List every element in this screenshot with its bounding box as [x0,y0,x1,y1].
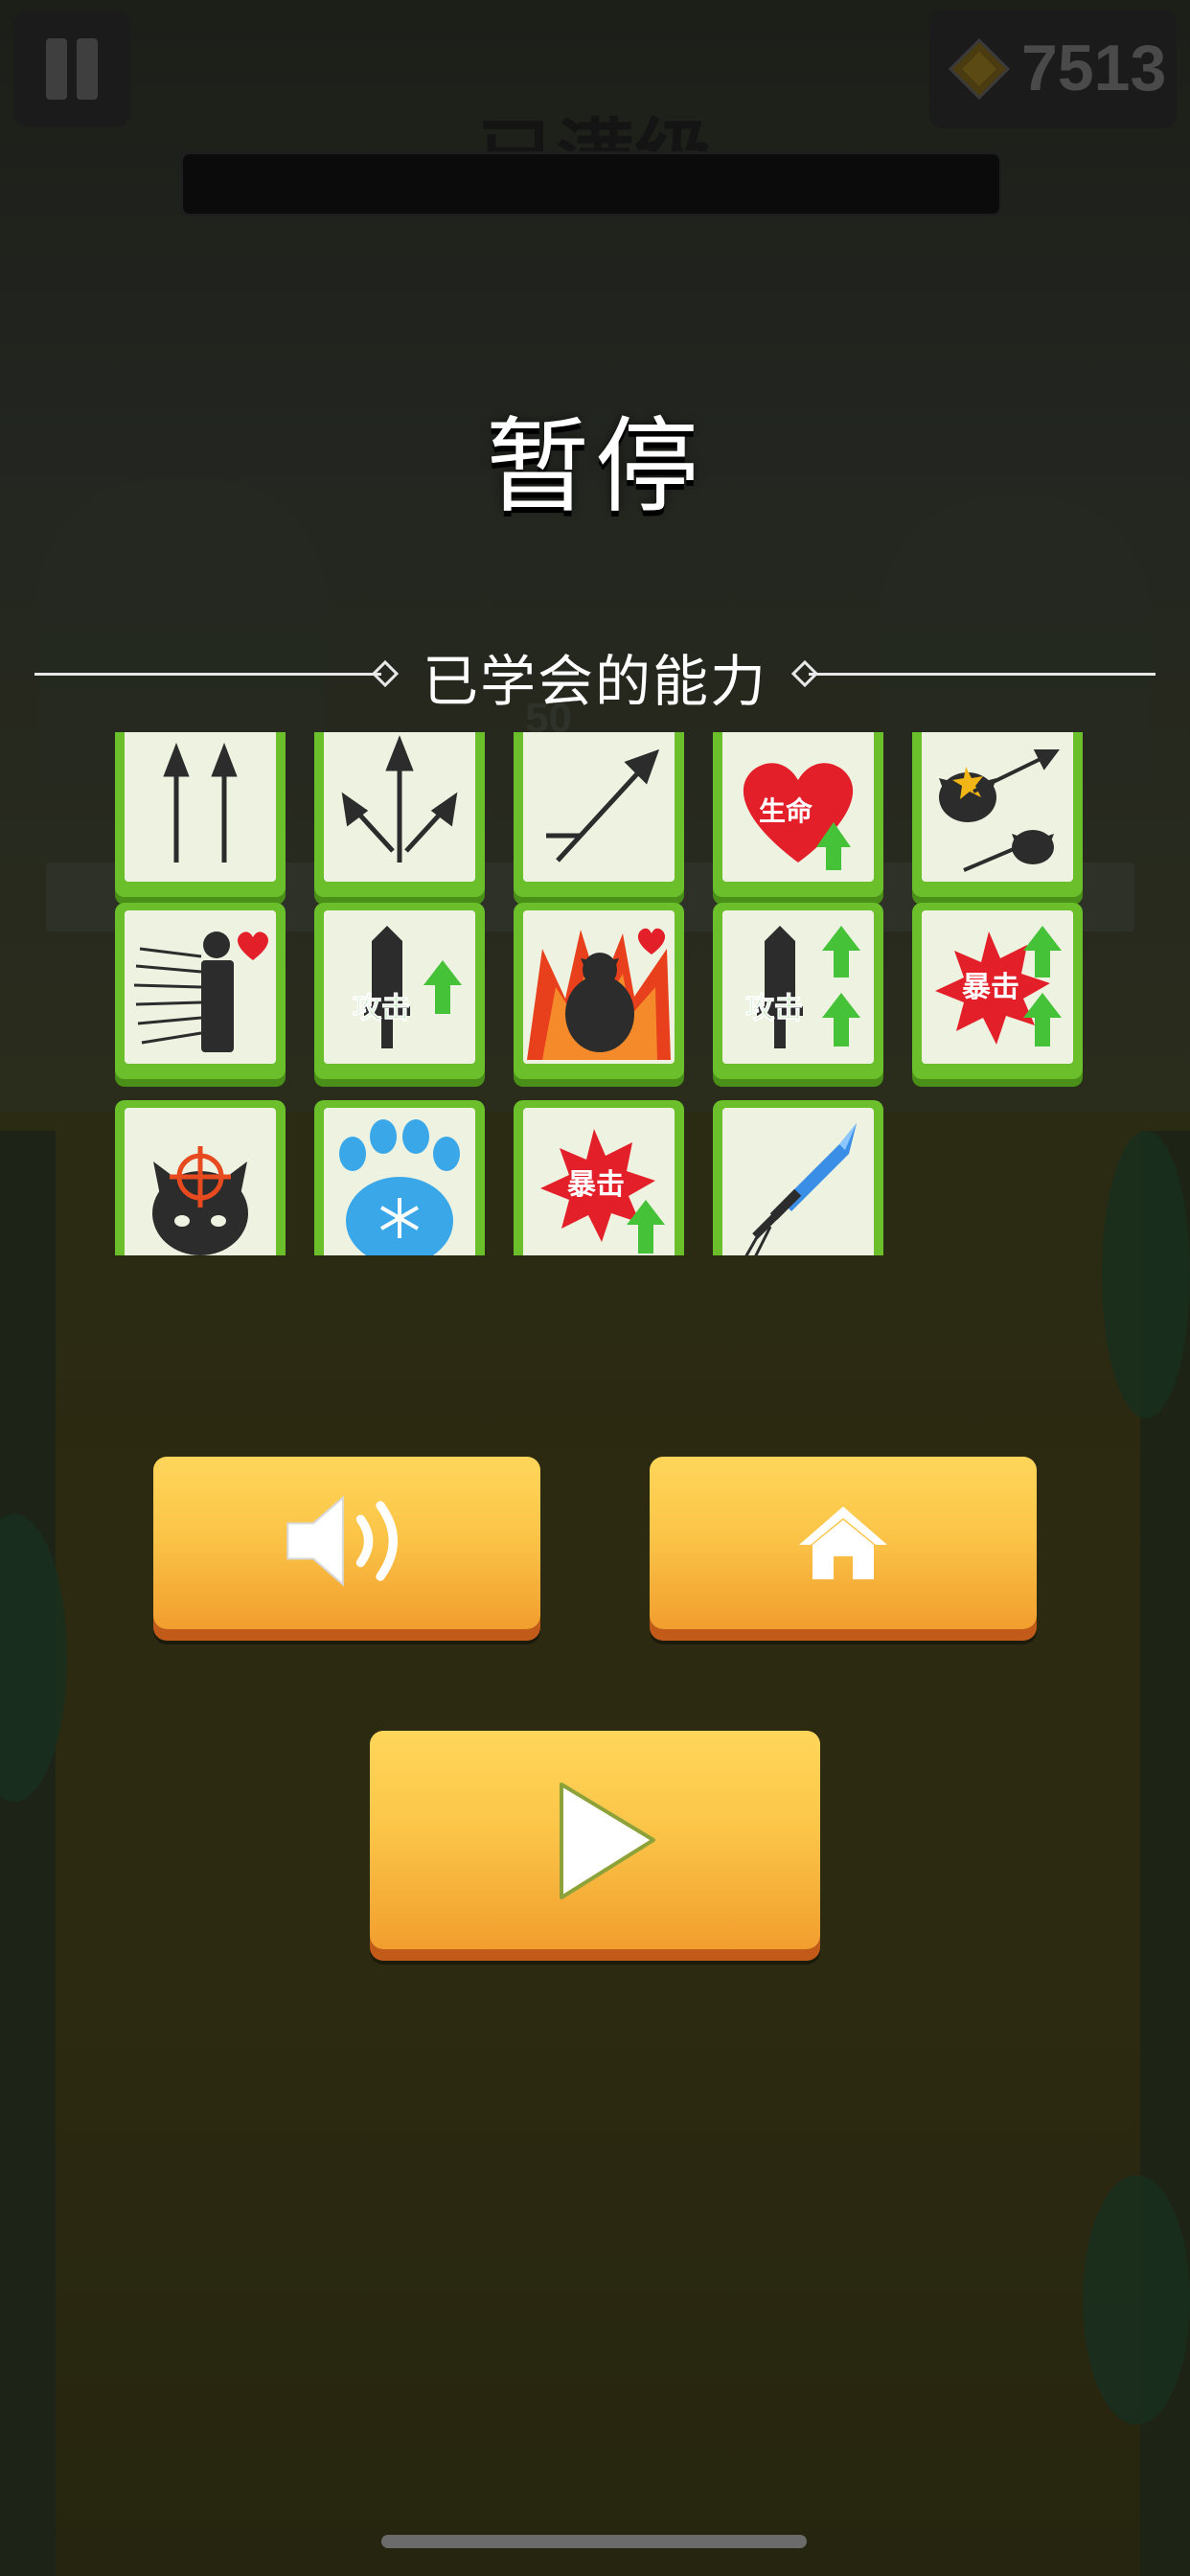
xp-progress-bar [180,151,1002,217]
svg-text:攻击: 攻击 [745,992,803,1025]
attack-up-icon: 攻击 [353,926,462,1048]
ability-grid: 生命 攻击 攻击 暴击 暴击 [105,732,1083,1255]
ability-tile: 暴击 [514,1100,684,1255]
svg-text:生命: 生命 [759,795,813,827]
ability-tile [314,1100,485,1255]
ability-tile [912,732,1083,897]
ability-tile [713,1100,883,1255]
attack-up-double-icon: 攻击 [745,926,860,1048]
divider-line [34,673,381,676]
learned-abilities-heading: 已学会的能力 [422,649,767,714]
frost-paw-icon [339,1119,460,1255]
home-indicator-bar[interactable] [381,2535,807,2548]
pause-title: 暂停 [485,407,704,527]
ability-tile [514,732,684,897]
ability-tile: 攻击 [314,903,485,1079]
ability-tile: 生命 [713,732,883,897]
gem-icon [949,38,1010,100]
ability-tile [115,1100,286,1255]
ability-tile [115,732,286,897]
crit-up-icon: 暴击 [540,1129,665,1254]
ricochet-arrow-icon [939,749,1060,872]
sound-toggle-button[interactable] [153,1457,540,1629]
ability-tile: 暴击 [912,903,1083,1079]
triple-spread-arrow-icon [341,735,458,862]
tree-icon [1083,2175,1190,2425]
ability-tile [115,903,286,1079]
svg-text:暴击: 暴击 [962,971,1019,1004]
ability-tile: 攻击 [713,903,883,1079]
pause-icon [77,38,98,100]
rage-heart-icon [527,928,671,1060]
speed-dash-heart-icon [133,932,268,1052]
svg-text:暴击: 暴击 [567,1168,625,1202]
arena-wall-left [0,1131,56,2576]
home-icon [799,1506,887,1579]
speaker-icon [286,1495,398,1587]
divider-line [809,673,1156,676]
blue-sword-icon [744,1123,857,1255]
tree-icon [1102,1131,1190,1418]
headshot-target-icon [152,1146,248,1255]
ability-tile [514,903,684,1079]
svg-text:攻击: 攻击 [353,992,410,1025]
pause-icon [46,38,67,100]
health-up-icon: 生命 [743,763,854,870]
play-icon [560,1782,655,1899]
double-arrow-icon [163,743,238,862]
ability-tile [314,732,485,897]
crit-up-double-icon: 暴击 [935,926,1062,1046]
resume-play-button[interactable] [370,1731,820,1949]
diagonal-arrow-icon [546,748,660,862]
home-button[interactable] [650,1457,1037,1629]
